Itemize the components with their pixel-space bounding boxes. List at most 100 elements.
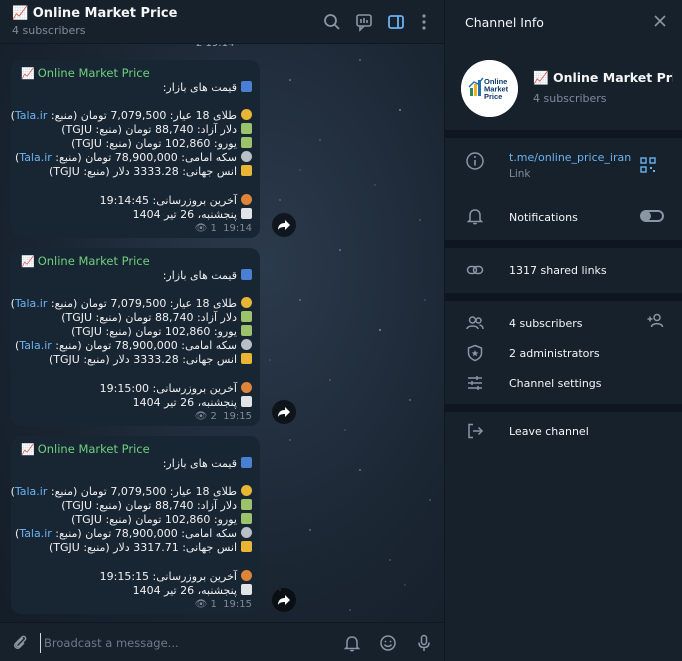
forward-icon[interactable] <box>272 588 296 612</box>
channel-settings-row[interactable]: Channel settings <box>509 377 602 390</box>
channel-avatar[interactable]: Online Market Price <box>461 60 518 117</box>
chat-title: 📈 Online Market Price <box>12 6 178 21</box>
medal-icon <box>241 109 252 120</box>
message-input[interactable] <box>40 633 320 653</box>
price-line: انس جهانی: 3317.71 دلار (منبع: TGJU) <box>49 541 252 554</box>
chart-icon <box>241 457 252 468</box>
settings-sliders-icon <box>468 376 482 390</box>
message-channel-name[interactable]: 📈 Online Market Price <box>21 442 150 456</box>
microphone-icon[interactable] <box>414 633 434 653</box>
price-line: انس جهانی: 3333.28 دلار (منبع: TGJU) <box>49 165 252 178</box>
message-bubble[interactable]: 📈 Online Market Price قیمت های بازار: طلا… <box>11 60 260 238</box>
price-line: طلای 18 عیار: 7,079,500 تومان (منبع: Tal… <box>11 297 252 310</box>
source-link[interactable]: Tala.ir <box>19 151 52 164</box>
notifications-toggle[interactable] <box>640 210 664 222</box>
money-icon <box>241 499 252 510</box>
emoji-icon[interactable] <box>378 633 398 653</box>
message-channel-name[interactable]: 📈 Online Market Price <box>21 66 150 80</box>
more-icon[interactable] <box>414 12 434 32</box>
info-icon <box>466 152 484 170</box>
money-icon <box>241 325 252 336</box>
message-channel-name[interactable]: 📈 Online Market Price <box>21 254 150 268</box>
money-icon <box>241 137 252 148</box>
message-composer <box>0 622 444 661</box>
coin-icon <box>241 151 252 162</box>
add-user-icon[interactable] <box>646 311 666 331</box>
price-line: یورو: 102,860 تومان (منبع: TGJU) <box>71 513 252 526</box>
message-bubble[interactable]: 📈 Online Market Price قیمت های بازار: طلا… <box>11 436 260 614</box>
link-icon <box>466 265 484 275</box>
source-link[interactable]: Tala.ir <box>15 297 48 310</box>
message-heading: قیمت های بازار: <box>163 457 252 470</box>
calendar-icon <box>241 584 252 595</box>
chat-subscribers: 4 subscribers <box>12 24 86 37</box>
money-icon <box>241 513 252 524</box>
trophy-icon <box>241 541 252 552</box>
price-line: طلای 18 عیار: 7,079,500 تومان (منبع: Tal… <box>11 485 252 498</box>
trophy-icon <box>241 165 252 176</box>
chart-icon <box>241 81 252 92</box>
discussion-icon[interactable] <box>354 12 374 32</box>
bell-icon <box>466 209 484 225</box>
clock-icon <box>241 194 252 205</box>
price-line: یورو: 102,860 تومان (منبع: TGJU) <box>71 325 252 338</box>
leave-channel-button[interactable]: Leave channel <box>509 425 589 438</box>
price-line: انس جهانی: 3333.28 دلار (منبع: TGJU) <box>49 353 252 366</box>
trophy-icon <box>241 353 252 364</box>
money-icon <box>241 123 252 134</box>
close-icon[interactable] <box>652 13 668 29</box>
divider <box>445 404 682 412</box>
channel-info-panel: Channel Info Online Market Price 📈 Onlin… <box>444 0 682 661</box>
message-meta: 👁 1 19:15 <box>194 599 252 610</box>
money-icon <box>241 311 252 322</box>
channel-link-label: Link <box>509 168 531 180</box>
divider <box>445 130 682 138</box>
source-link[interactable]: Tala.ir <box>15 109 48 122</box>
qr-code-icon[interactable] <box>638 155 658 175</box>
price-line: سکه امامی: 78,900,000 تومان (منبع: Tala.… <box>15 527 252 540</box>
medal-icon <box>241 297 252 308</box>
coin-icon <box>241 527 252 538</box>
price-line: سکه امامی: 78,900,000 تومان (منبع: Tala.… <box>15 151 252 164</box>
source-link[interactable]: Tala.ir <box>15 485 48 498</box>
panel-title: Channel Info <box>465 15 544 30</box>
attach-icon[interactable] <box>10 633 30 653</box>
calendar-icon <box>241 208 252 219</box>
search-icon[interactable] <box>322 12 342 32</box>
message-bubble[interactable]: 📈 Online Market Price قیمت های بازار: طلا… <box>11 248 260 426</box>
shield-star-icon <box>467 344 483 362</box>
divider <box>445 240 682 248</box>
clock-icon <box>241 570 252 581</box>
coin-icon <box>241 339 252 350</box>
chat-header[interactable]: 📈 Online Market Price 4 subscribers <box>0 0 444 44</box>
update-date: پنجشنبه، 26 تیر 1404 <box>133 396 252 409</box>
medal-icon <box>241 485 252 496</box>
divider <box>445 293 682 301</box>
update-time: آخرین بروزرسانی: 19:15:00 <box>100 382 252 395</box>
forward-icon[interactable] <box>272 400 296 424</box>
source-link[interactable]: Tala.ir <box>19 339 52 352</box>
notifications-label: Notifications <box>509 211 578 224</box>
update-date: پنجشنبه، 26 تیر 1404 <box>133 584 252 597</box>
subscribers-row[interactable]: 4 subscribers <box>509 317 583 330</box>
price-line: یورو: 102,860 تومان (منبع: TGJU) <box>71 137 252 150</box>
message-meta: 👁 2 19:15 <box>194 411 252 422</box>
price-line: سکه امامی: 78,900,000 تومان (منبع: Tala.… <box>15 339 252 352</box>
update-time: آخرین بروزرسانی: 19:14:45 <box>100 194 252 207</box>
channel-subscribers: 4 subscribers <box>533 92 607 105</box>
bell-icon[interactable] <box>342 633 362 653</box>
price-line: طلای 18 عیار: 7,079,500 تومان (منبع: Tal… <box>11 109 252 122</box>
administrators-row[interactable]: 2 administrators <box>509 347 600 360</box>
clock-icon <box>241 382 252 393</box>
forward-icon[interactable] <box>272 213 296 237</box>
channel-link[interactable]: t.me/online_price_iran <box>509 151 631 164</box>
users-icon <box>466 316 484 330</box>
logo-line-3: Price <box>484 92 502 101</box>
shared-links-row[interactable]: 1317 shared links <box>509 264 607 277</box>
sidebar-icon[interactable] <box>386 12 406 32</box>
channel-name: 📈 Online Market Price <box>533 70 673 85</box>
price-line: دلار آزاد: 88,740 تومان (منبع: TGJU) <box>61 499 252 512</box>
source-link[interactable]: Tala.ir <box>19 527 52 540</box>
chart-icon <box>241 269 252 280</box>
message-meta: 👁 1 19:14 <box>194 223 252 234</box>
